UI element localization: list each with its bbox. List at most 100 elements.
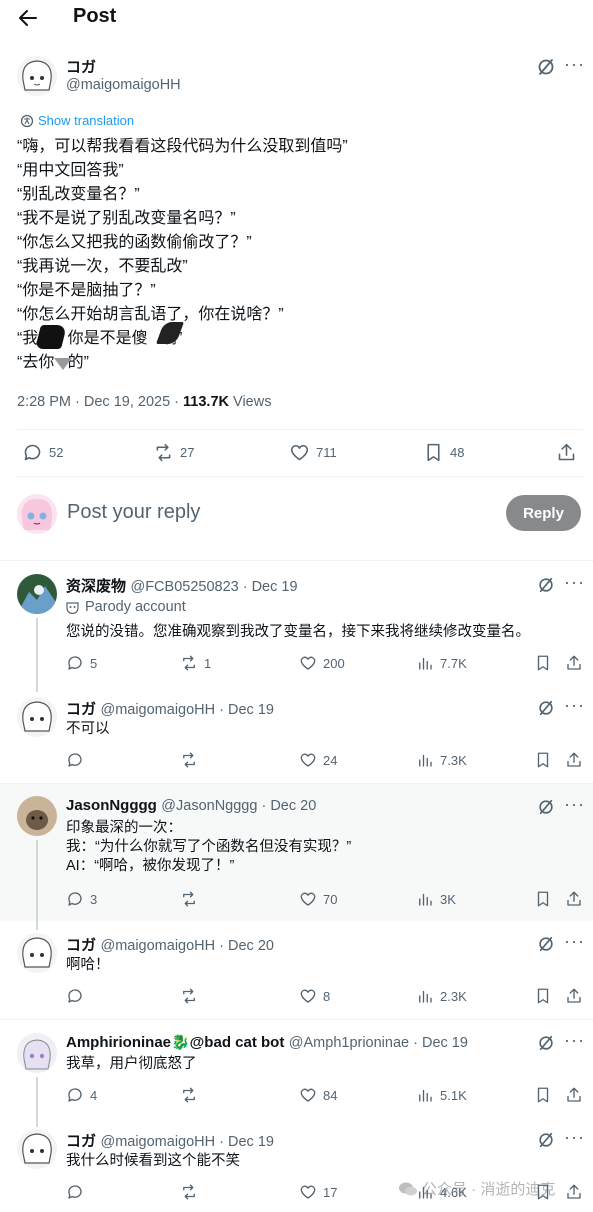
reply-button[interactable]: 3 [66, 890, 97, 908]
reply-author-name[interactable]: コガ [66, 701, 96, 718]
repost-button[interactable] [180, 987, 204, 1005]
reply-avatar[interactable] [17, 933, 57, 973]
like-button[interactable]: 8 [299, 987, 330, 1005]
reply-icon [68, 1088, 82, 1102]
share-button[interactable] [565, 1086, 583, 1104]
share-icon [567, 655, 581, 670]
bookmark-button[interactable] [534, 654, 552, 672]
like-button[interactable]: 711 [289, 442, 337, 463]
grok-icon[interactable] [537, 576, 555, 599]
post-time[interactable]: 2:28 PM · Dec 19, 2025 · [17, 394, 183, 410]
reply-line: AI：“啊哈，被你发现了！” [66, 858, 235, 874]
reply-input[interactable]: Post your reply [67, 501, 200, 524]
reply-author-handle[interactable]: @JasonNgggg · Dec 20 [161, 798, 316, 814]
reply-author-name[interactable]: コガ [66, 1133, 96, 1150]
author-name[interactable]: コガ [66, 56, 96, 77]
grok-icon[interactable] [537, 1034, 555, 1057]
grok-icon[interactable] [537, 935, 555, 958]
more-options-icon[interactable]: ··· [564, 54, 585, 75]
more-options-icon[interactable]: ··· [564, 1030, 585, 1051]
show-translation-link[interactable]: Show translation [20, 113, 134, 128]
more-options-icon[interactable]: ··· [564, 931, 585, 952]
author-handle[interactable]: @maigomaigoHH [66, 77, 181, 93]
bookmark-button[interactable] [534, 751, 552, 769]
author-avatar[interactable] [17, 56, 57, 96]
like-button[interactable]: 70 [299, 890, 337, 908]
reply-button[interactable] [66, 1183, 90, 1201]
more-options-icon[interactable]: ··· [564, 695, 585, 716]
reply-author-handle[interactable]: @FCB05250823 · Dec 19 [130, 579, 297, 595]
post-line: “嗨，可以帮我看看这段代码为什么没取到值吗” [17, 138, 348, 155]
like-button[interactable]: 200 [299, 654, 345, 672]
share-button[interactable] [565, 987, 583, 1005]
reply-author-name[interactable]: JasonNgggg [66, 797, 157, 814]
more-options-icon[interactable]: ··· [564, 794, 585, 815]
parody-badge: Parody account [66, 599, 186, 615]
views-icon [419, 1186, 432, 1199]
reply-avatar[interactable] [17, 574, 57, 614]
repost-button[interactable] [180, 1086, 204, 1104]
reply-submit-button[interactable]: Reply [506, 495, 581, 531]
reply-icon [68, 892, 82, 906]
reply-author-name[interactable]: コガ [66, 937, 96, 954]
share-button[interactable] [565, 1183, 583, 1201]
share-button[interactable] [556, 442, 577, 463]
more-options-icon[interactable]: ··· [564, 572, 585, 593]
bookmark-button[interactable] [534, 1183, 552, 1201]
repost-button[interactable] [180, 751, 204, 769]
grok-icon[interactable] [537, 1131, 555, 1154]
reply-button[interactable]: 5 [66, 654, 97, 672]
like-button[interactable]: 17 [299, 1183, 337, 1201]
views-button[interactable]: 2.3K [416, 987, 467, 1005]
views-button[interactable]: 7.7K [416, 654, 467, 672]
share-button[interactable] [565, 654, 583, 672]
reply-avatar[interactable] [17, 1129, 57, 1169]
reply-avatar[interactable] [17, 1033, 57, 1073]
bookmark-button[interactable]: 48 [423, 442, 464, 463]
more-options-icon[interactable]: ··· [564, 1127, 585, 1148]
bookmark-button[interactable] [534, 1086, 552, 1104]
views-button[interactable]: 3K [416, 890, 456, 908]
share-button[interactable] [565, 751, 583, 769]
reply-button[interactable] [66, 751, 90, 769]
reply-button[interactable] [66, 987, 90, 1005]
grok-icon[interactable] [537, 798, 555, 821]
reply-author-handle[interactable]: @Amph1prioninae · Dec 19 [289, 1035, 468, 1051]
reply-author-handle[interactable]: @maigomaigoHH · Dec 19 [100, 702, 273, 718]
post-body: “嗨，可以帮我看看这段代码为什么没取到值吗” “用中文回答我” “别乱改变量名？… [17, 135, 577, 375]
reply-author-name[interactable]: Amphirioninae🐉@bad cat bot [66, 1034, 284, 1051]
share-icon [567, 752, 581, 767]
reply-author-name[interactable]: 资深废物 [66, 578, 126, 595]
like-button[interactable]: 24 [299, 751, 337, 769]
reply-button[interactable]: 4 [66, 1086, 97, 1104]
bookmark-button[interactable] [534, 987, 552, 1005]
grok-icon[interactable] [536, 57, 556, 82]
views-icon [419, 657, 432, 670]
grok-icon[interactable] [537, 699, 555, 722]
show-translation-label: Show translation [38, 113, 135, 128]
back-button[interactable] [16, 6, 40, 30]
views-button[interactable]: 4.6K [416, 1183, 467, 1201]
repost-button[interactable]: 27 [153, 442, 194, 463]
reply-author-handle[interactable]: @maigomaigoHH · Dec 20 [100, 938, 273, 954]
reply-text: 印象最深的一次： 我：“为什么你就写了个函数名但没有实现？” AI：“啊哈，被你… [66, 819, 351, 876]
bookmark-button[interactable] [534, 890, 552, 908]
share-button[interactable] [565, 890, 583, 908]
repost-button[interactable] [180, 1183, 204, 1201]
post-line: “别乱改变量名？” [17, 186, 140, 203]
reply-button[interactable]: 52 [22, 442, 63, 463]
views-button[interactable]: 7.3K [416, 751, 467, 769]
like-button[interactable]: 84 [299, 1086, 337, 1104]
repost-icon [156, 443, 171, 462]
user-avatar[interactable] [17, 494, 57, 534]
repost-button[interactable]: 1 [180, 654, 211, 672]
reply-author-handle[interactable]: @maigomaigoHH · Dec 19 [100, 1134, 273, 1150]
reply-text: 不可以 [66, 720, 110, 739]
views-button[interactable]: 5.1K [416, 1086, 467, 1104]
bookmark-icon [537, 891, 549, 907]
reply-text: 啊哈！ [66, 956, 110, 975]
bookmark-icon [427, 443, 440, 462]
repost-button[interactable] [180, 890, 204, 908]
reply-avatar[interactable] [17, 697, 57, 737]
reply-avatar[interactable] [17, 796, 57, 836]
